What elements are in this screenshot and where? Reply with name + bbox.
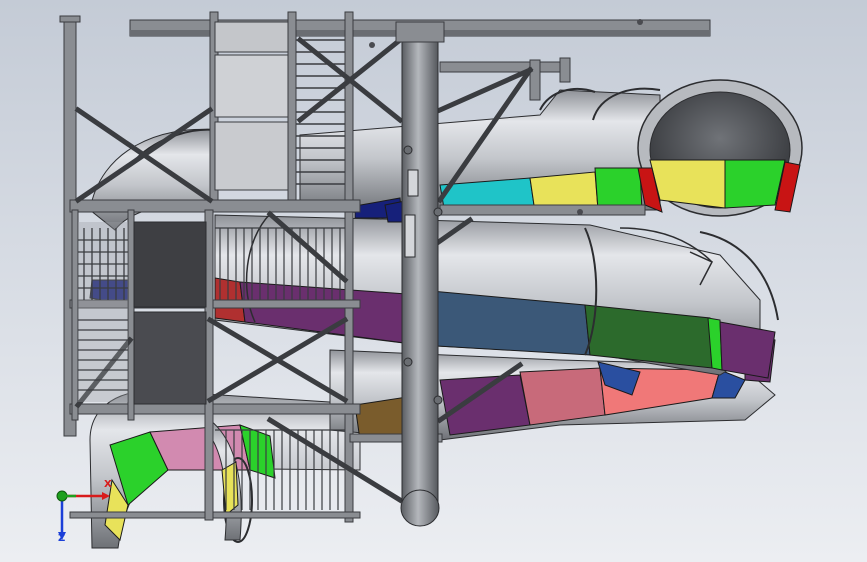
- coordinate-triad-icon: X Z: [48, 478, 118, 548]
- graphics-viewport[interactable]: X Z: [0, 0, 867, 562]
- x-axis-label: X: [104, 479, 112, 490]
- slide-tower-3d-model[interactable]: [0, 0, 867, 562]
- z-axis-label: Z: [58, 533, 66, 544]
- x-axis-arrowhead: [102, 492, 110, 500]
